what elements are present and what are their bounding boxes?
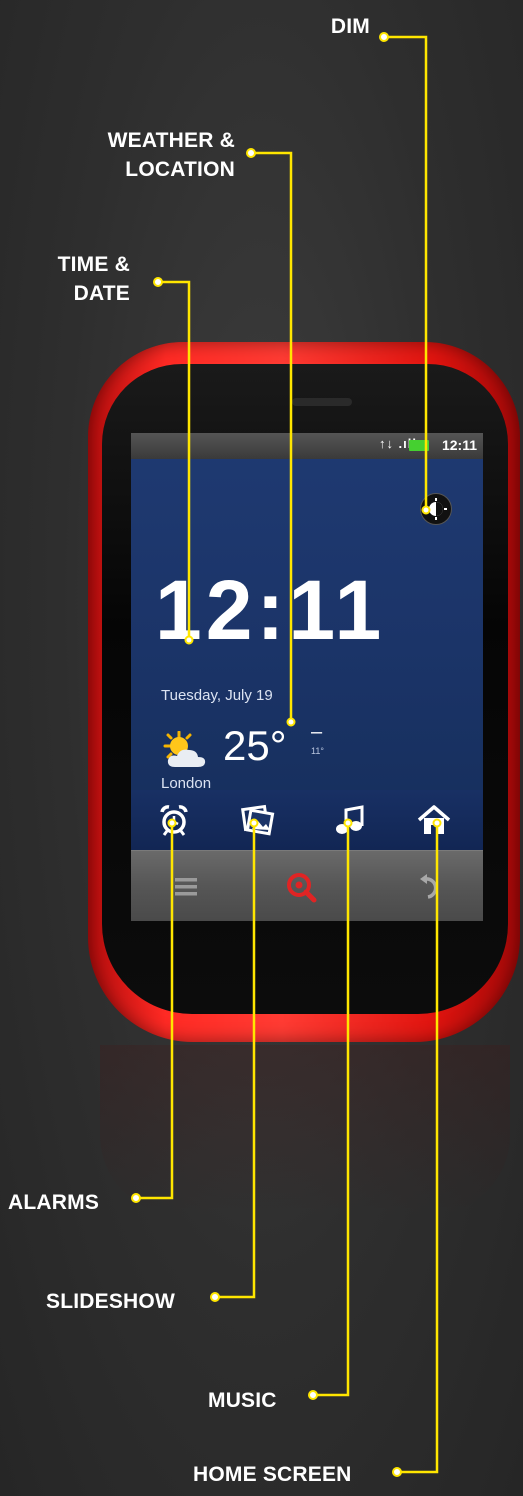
callout-time-line2: DATE (73, 282, 130, 305)
callout-weather-location: WEATHER & LOCATION (60, 126, 235, 184)
back-icon[interactable] (413, 869, 449, 905)
status-bar: ↑↓ .ıll 12:11 (131, 433, 483, 459)
dim-button[interactable] (420, 493, 452, 525)
location-name: London (161, 775, 212, 790)
alarm-clock-icon[interactable] (156, 802, 192, 838)
partly-cloudy-icon (163, 731, 206, 767)
low-temperature: 11° (311, 746, 324, 756)
callout-weather-line1: WEATHER & (107, 129, 235, 152)
callout-music-label: MUSIC (208, 1389, 277, 1412)
battery-icon (409, 440, 429, 451)
clock-time: 12:11 (155, 563, 386, 657)
callout-alarms-label: ALARMS (8, 1191, 100, 1214)
callout-home-screen: HOME SCREEN (193, 1460, 352, 1489)
callout-alarms: ALARMS (8, 1188, 99, 1217)
search-icon[interactable] (283, 869, 319, 905)
callout-music: MUSIC (208, 1386, 277, 1415)
callout-weather-line2: LOCATION (125, 158, 235, 181)
callout-time-line1: TIME & (57, 253, 130, 276)
clock-date: Tuesday, July 19 (161, 687, 273, 704)
temperature: 25° (223, 722, 287, 769)
lock-screen: ↑↓ .ıll 12:11 12:11 Tuesday, July 19 25°… (131, 433, 483, 790)
hardware-softkeys (131, 850, 483, 921)
callout-slideshow-label: SLIDESHOW (46, 1290, 175, 1313)
callout-time-date: TIME & DATE (20, 250, 130, 308)
earpiece-speaker (292, 398, 352, 406)
brightness-icon (425, 498, 447, 520)
high-temp-dash: – (311, 721, 323, 743)
status-time: 12:11 (441, 437, 477, 453)
phone-reflection (100, 1045, 510, 1215)
callout-dim: DIM (300, 12, 370, 41)
callout-dim-label: DIM (330, 15, 370, 38)
menu-icon[interactable] (169, 869, 205, 905)
home-icon[interactable] (416, 802, 452, 838)
music-note-icon[interactable] (329, 802, 365, 838)
dock-bar (131, 790, 483, 850)
callout-home-screen-label: HOME SCREEN (193, 1463, 352, 1486)
callout-slideshow: SLIDESHOW (46, 1287, 175, 1316)
slideshow-icon[interactable] (239, 802, 275, 838)
